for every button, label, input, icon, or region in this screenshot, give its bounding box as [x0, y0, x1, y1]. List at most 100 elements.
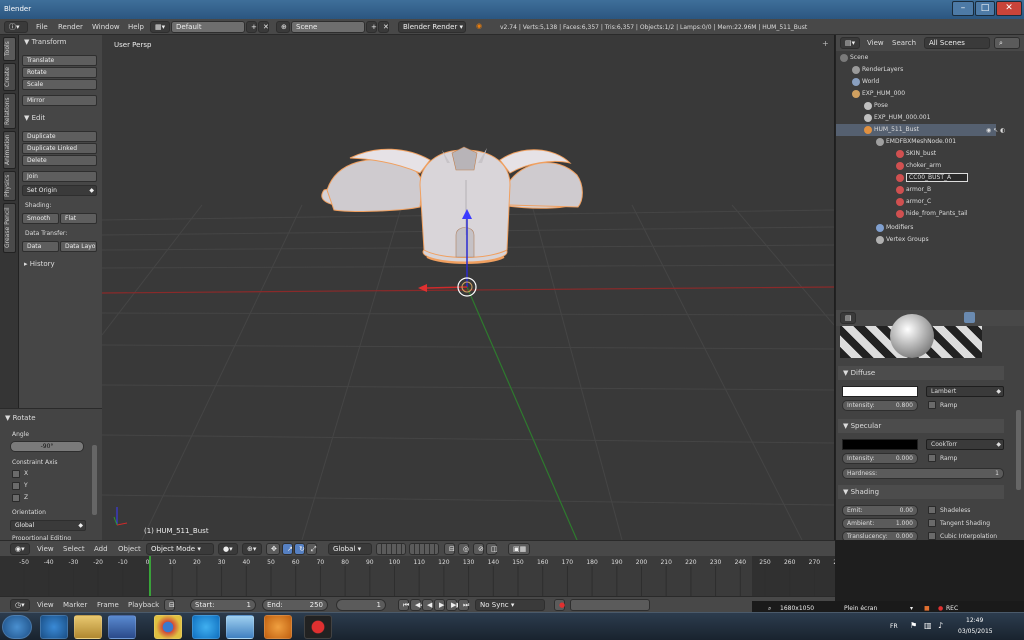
clock-date[interactable]: 03/05/2015: [958, 628, 993, 635]
start-button[interactable]: [2, 615, 32, 639]
data-layout-button[interactable]: Data Layo: [60, 241, 97, 252]
menu-object[interactable]: Object: [118, 545, 141, 553]
taskbar-chrome-icon[interactable]: [154, 615, 182, 639]
tab-grease-pencil[interactable]: Grease Pencil: [3, 203, 16, 253]
translucency-field[interactable]: Translucency: 0.000: [842, 531, 918, 540]
shading-select[interactable]: ●▾: [218, 543, 238, 555]
translate-manipulator[interactable]: ↗: [282, 543, 293, 555]
recorder-camera-icon[interactable]: ■: [924, 605, 930, 612]
render-preview-icon[interactable]: ▣▦: [508, 543, 530, 555]
set-origin-select[interactable]: Set Origin ◆: [22, 185, 97, 196]
snap-icon[interactable]: ⊘: [473, 543, 484, 555]
emit-field[interactable]: Emit: 0.00: [842, 505, 918, 516]
diffuse-color-swatch[interactable]: [842, 386, 918, 397]
smooth-button[interactable]: Smooth: [22, 213, 59, 224]
edit-panel-header[interactable]: ▼ Edit: [21, 112, 100, 124]
flat-button[interactable]: Flat: [60, 213, 97, 224]
render-engine-select[interactable]: Blender Render ▾: [398, 21, 466, 33]
orientation-select[interactable]: Global ◆: [10, 520, 86, 531]
clock-time[interactable]: 12:49: [966, 617, 983, 624]
outliner-row[interactable]: EXP_HUM_000: [836, 88, 1006, 100]
outliner-row[interactable]: Scene: [836, 52, 1006, 64]
tray-volume-icon[interactable]: ♪: [938, 621, 943, 630]
taskbar-blender-icon[interactable]: [264, 615, 292, 639]
cubic-interpolation-checkbox[interactable]: [928, 532, 936, 540]
taskbar-media-player-icon[interactable]: [108, 615, 136, 639]
outliner-display-select[interactable]: All Scenes: [924, 37, 990, 49]
recorder-dropdown-icon[interactable]: ▾: [910, 605, 913, 612]
diffuse-ramp-checkbox[interactable]: [928, 401, 936, 409]
current-frame-field[interactable]: 1: [336, 599, 386, 611]
start-frame-field[interactable]: Start: 1: [190, 599, 256, 611]
jump-start-button[interactable]: ⏮: [398, 599, 409, 611]
shadeless-checkbox[interactable]: [928, 506, 936, 514]
recorder-mode[interactable]: Plein écran: [844, 605, 877, 612]
taskbar-recorder-icon[interactable]: [304, 615, 332, 639]
scene-add-button[interactable]: +: [366, 21, 377, 33]
timeline-canvas[interactable]: -50 -40 -30 -20 -10 0 10 20 30 40 50 60 70 80 90 100 110…: [0, 556, 845, 596]
tab-relations[interactable]: Relations: [3, 93, 16, 129]
tangent-shading-checkbox[interactable]: [928, 519, 936, 527]
taskbar-explorer-icon[interactable]: [74, 615, 102, 639]
specular-shader-select[interactable]: CookTorr ◆: [926, 439, 1004, 450]
sync-select[interactable]: No Sync ▾: [475, 599, 545, 611]
translate-button[interactable]: Translate: [22, 55, 97, 66]
play-reverse-button[interactable]: ◀: [422, 599, 433, 611]
outliner-row[interactable]: Modifiers: [836, 222, 1006, 234]
prev-keyframe-button[interactable]: ◀◀: [410, 599, 426, 611]
menu-add[interactable]: Add: [94, 545, 108, 553]
scale-manipulator[interactable]: ⤢: [306, 543, 317, 555]
specular-ramp-checkbox[interactable]: [928, 454, 936, 462]
properties-editor-type[interactable]: ▤: [840, 312, 856, 324]
rotate-button[interactable]: Rotate: [22, 67, 97, 78]
taskbar-skype-icon[interactable]: [192, 615, 220, 639]
tab-physics[interactable]: Physics: [3, 171, 16, 201]
jump-end-button[interactable]: ⏭: [458, 599, 469, 611]
data-button[interactable]: Data: [22, 241, 59, 252]
diffuse-intensity-field[interactable]: Intensity: 0.800: [842, 400, 918, 411]
menu-window[interactable]: Window: [92, 23, 120, 31]
menu-file[interactable]: File: [36, 23, 48, 31]
outliner-row[interactable]: HUM_511_Bust: [836, 124, 996, 136]
history-panel-header[interactable]: ▸ History: [21, 258, 100, 270]
layers-grid-2[interactable]: [409, 543, 439, 555]
pivot-select[interactable]: ⊕▾: [242, 543, 262, 555]
menu-help[interactable]: Help: [128, 23, 144, 31]
outliner-visibility-icon[interactable]: ◉ ↖ ◐: [986, 127, 1018, 134]
viewport-canvas[interactable]: [102, 35, 834, 540]
scene-field[interactable]: Scene: [291, 21, 365, 33]
screen-layout-field[interactable]: Default: [171, 21, 245, 33]
next-keyframe-button[interactable]: ▶▶: [446, 599, 462, 611]
outliner-search-menu[interactable]: Search: [892, 39, 916, 47]
transform-panel-header[interactable]: ▼ Transform: [21, 36, 100, 48]
axis-y-checkbox[interactable]: [12, 482, 20, 490]
join-button[interactable]: Join: [22, 171, 97, 182]
rotate-manipulator[interactable]: ↻: [294, 543, 305, 555]
language-indicator[interactable]: FR: [890, 623, 898, 630]
keying-set-field[interactable]: [570, 599, 650, 611]
tab-animation[interactable]: Animation: [3, 131, 16, 169]
hardness-field[interactable]: Hardness: 1: [842, 468, 1004, 479]
properties-scrollbar[interactable]: [1016, 410, 1021, 490]
outliner-row[interactable]: EXP_HUM_000.001: [836, 112, 1006, 124]
scene-icon[interactable]: ⊕: [276, 21, 290, 33]
tab-create[interactable]: Create: [3, 63, 16, 91]
outliner-search-field[interactable]: ⌕: [994, 37, 1020, 49]
menu-view[interactable]: View: [37, 545, 54, 553]
specular-intensity-field[interactable]: Intensity: 0.000: [842, 453, 918, 464]
maximize-button[interactable]: □: [975, 1, 995, 16]
3d-viewport[interactable]: User Persp (1) HUM_511_Bust +: [102, 35, 834, 540]
recorder-record-icon[interactable]: ●: [938, 605, 943, 612]
menu-view-timeline[interactable]: View: [37, 601, 54, 609]
outliner-row[interactable]: Vertex Groups: [836, 234, 1006, 246]
play-button[interactable]: ▶: [434, 599, 445, 611]
close-button[interactable]: ✕: [996, 1, 1022, 16]
end-frame-field[interactable]: End: 250: [262, 599, 328, 611]
material-tab[interactable]: [964, 312, 975, 323]
layers-grid[interactable]: [376, 543, 406, 555]
shading-header[interactable]: ▼ Shading: [838, 485, 1004, 499]
operator-panel-header[interactable]: ▼ Rotate: [2, 412, 81, 424]
taskbar-ie-icon[interactable]: [40, 615, 68, 639]
scale-button[interactable]: Scale: [22, 79, 97, 90]
outliner-editor-type[interactable]: ▤▾: [840, 37, 860, 49]
